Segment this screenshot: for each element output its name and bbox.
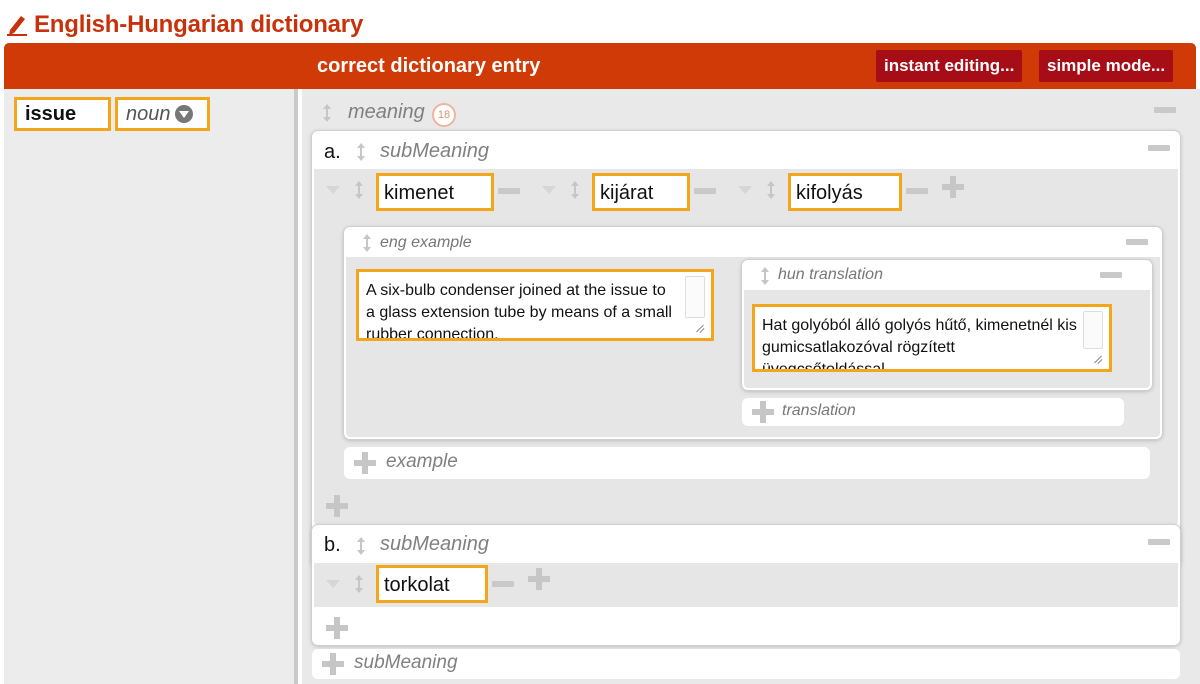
submeaning-letter: b. <box>324 534 341 556</box>
translation-word-input[interactable]: kijárat <box>592 173 690 211</box>
add-item-button[interactable] <box>326 495 348 517</box>
part-of-speech-value: noun <box>126 102 171 125</box>
eng-example-textarea[interactable]: A six-bulb condenser joined at the issue… <box>356 269 714 341</box>
resize-grip-icon[interactable] <box>1091 353 1103 365</box>
drag-handle-icon[interactable] <box>760 267 770 285</box>
scrollbar[interactable] <box>1083 311 1103 349</box>
drag-handle-icon[interactable] <box>354 181 364 199</box>
app-title: English-Hungarian dictionary <box>6 10 363 40</box>
move-down-icon[interactable] <box>326 580 340 588</box>
add-example-button[interactable]: example <box>344 447 1150 479</box>
remove-submeaning-button[interactable] <box>1148 145 1170 151</box>
remove-word-button[interactable] <box>498 188 520 194</box>
header-bar: correct dictionary entry instant editing… <box>4 43 1196 89</box>
app-title-text: English-Hungarian dictionary <box>34 11 364 38</box>
submeaning-label: subMeaning <box>380 140 489 162</box>
plus-icon <box>322 653 344 675</box>
submeaning-a: a. subMeaning kimenet kijárat kifolyás e… <box>312 131 1180 567</box>
remove-submeaning-button[interactable] <box>1148 539 1170 545</box>
remove-example-button[interactable] <box>1126 239 1148 245</box>
add-submeaning-button[interactable]: subMeaning <box>312 649 1180 679</box>
drag-handle-icon[interactable] <box>356 143 366 161</box>
plus-icon <box>752 401 774 423</box>
meaning-label: meaning <box>348 101 425 123</box>
eng-example-label: eng example <box>380 234 472 251</box>
left-panel: issue noun <box>4 89 298 684</box>
add-word-button[interactable] <box>942 176 964 198</box>
remove-word-button[interactable] <box>492 581 514 587</box>
move-down-icon[interactable] <box>542 186 556 194</box>
translation-word-input[interactable]: torkolat <box>376 565 488 603</box>
plus-icon <box>354 452 376 474</box>
move-down-icon[interactable] <box>738 186 752 194</box>
submeaning-b: b. subMeaning torkolat <box>312 525 1180 645</box>
part-of-speech-select[interactable]: noun <box>115 97 210 131</box>
pencil-icon <box>6 13 28 37</box>
translation-word-input[interactable]: kimenet <box>376 173 494 211</box>
remove-meaning-button[interactable] <box>1154 107 1176 113</box>
header-title: correct dictionary entry <box>317 55 541 77</box>
add-example-label: example <box>386 451 458 472</box>
remove-translation-button[interactable] <box>1100 272 1122 278</box>
drag-handle-icon[interactable] <box>356 537 366 555</box>
add-translation-button[interactable]: translation <box>742 398 1124 426</box>
hun-translation-label: hun translation <box>778 266 883 283</box>
drag-handle-icon[interactable] <box>322 104 332 122</box>
add-word-button[interactable] <box>528 568 550 590</box>
simple-mode-button[interactable]: simple mode... <box>1039 50 1174 82</box>
resize-grip-icon[interactable] <box>693 322 705 334</box>
scrollbar[interactable] <box>685 276 705 318</box>
instant-editing-button[interactable]: instant editing... <box>876 50 1023 82</box>
submeaning-label: subMeaning <box>380 533 489 555</box>
example-panel: eng example A six-bulb condenser joined … <box>344 227 1162 439</box>
hun-translation-textarea[interactable]: Hat golyóból álló golyós hűtő, kimenetné… <box>752 304 1112 372</box>
remove-word-button[interactable] <box>694 188 716 194</box>
dropdown-icon[interactable] <box>174 105 193 123</box>
submeaning-letter: a. <box>324 141 341 163</box>
translation-word-input[interactable]: kifolyás <box>788 173 902 211</box>
drag-handle-icon[interactable] <box>570 181 580 199</box>
drag-handle-icon[interactable] <box>354 575 364 593</box>
add-translation-label: translation <box>782 402 856 419</box>
move-down-icon[interactable] <box>326 186 340 194</box>
meaning-count-badge: 18 <box>432 103 456 127</box>
headword-field[interactable]: issue <box>14 97 111 131</box>
drag-handle-icon[interactable] <box>766 181 776 199</box>
add-item-button[interactable] <box>326 617 348 639</box>
drag-handle-icon[interactable] <box>362 234 372 252</box>
remove-word-button[interactable] <box>906 188 928 194</box>
hun-translation-panel: hun translation Hat golyóból álló golyós… <box>742 260 1152 390</box>
meaning-area: meaning 18 a. subMeaning kimenet kijárat… <box>302 89 1200 684</box>
add-submeaning-label: subMeaning <box>354 652 458 673</box>
